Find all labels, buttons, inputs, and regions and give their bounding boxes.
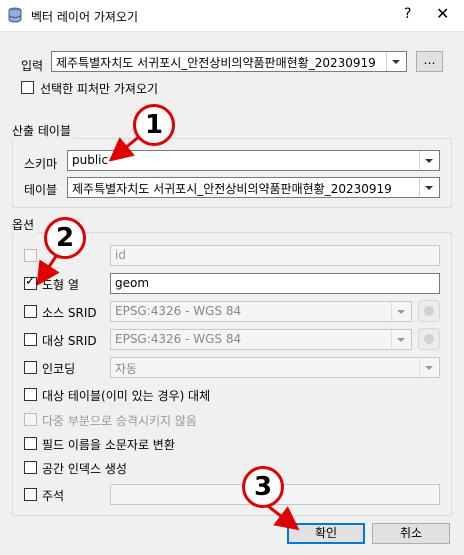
- annotation-badge-3: 3: [242, 466, 284, 508]
- annotation-badge-1: 1: [133, 104, 175, 146]
- annotation-arrows: [36, 133, 300, 531]
- annotation-badge-2: 2: [44, 217, 86, 259]
